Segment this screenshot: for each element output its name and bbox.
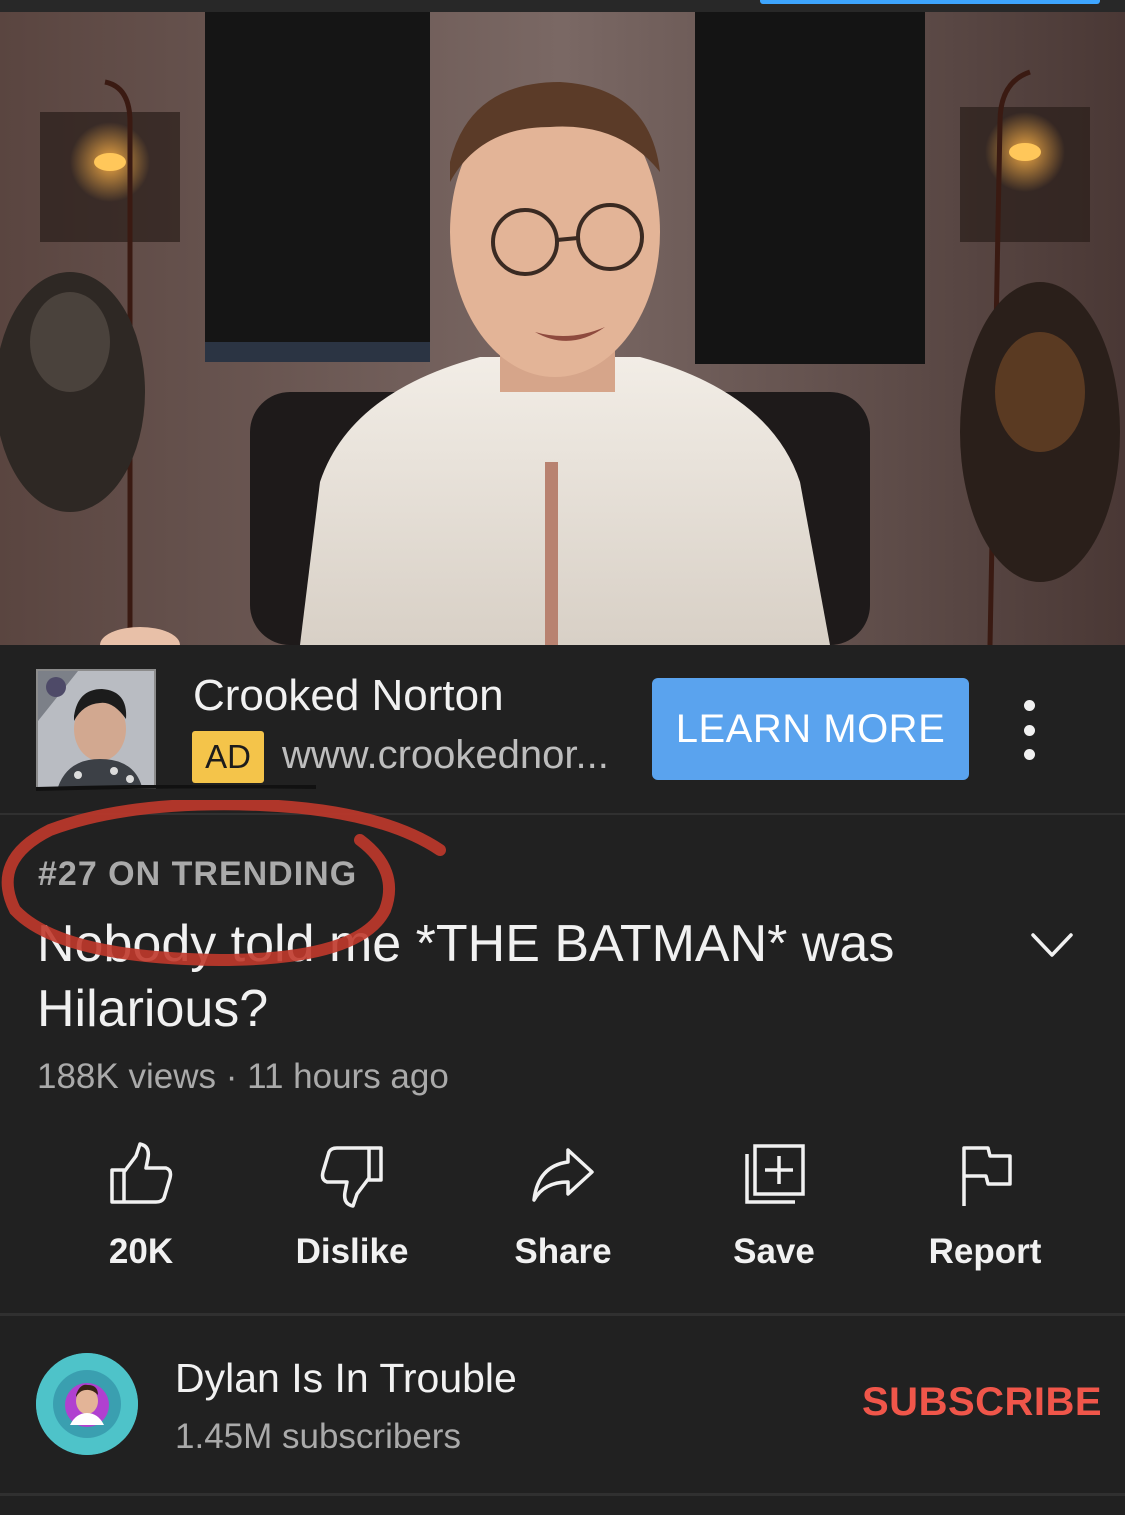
thumbs-up-icon <box>110 1142 173 1204</box>
thumbs-down-icon <box>320 1146 383 1208</box>
trending-label[interactable]: #27 ON TRENDING <box>38 855 357 894</box>
report-button[interactable]: Report <box>880 1140 1090 1300</box>
subscribe-button[interactable]: SUBSCRIBE <box>862 1380 1102 1425</box>
section-divider <box>0 1313 1125 1316</box>
like-count: 20K <box>108 1232 174 1271</box>
video-frame-image <box>0 12 1125 645</box>
video-title[interactable]: Nobody told me *THE BATMAN* was Hilariou… <box>37 912 997 1042</box>
action-bar: 20K Dislike Share Save Report <box>36 1140 1090 1300</box>
dislike-label: Dislike <box>295 1232 409 1271</box>
add-to-playlist-icon <box>745 1144 805 1204</box>
learn-more-button[interactable]: LEARN MORE <box>652 678 969 780</box>
advertiser-logo-image <box>38 671 154 787</box>
more-options-icon[interactable] <box>1010 700 1048 760</box>
channel-avatar-image <box>36 1353 138 1455</box>
advertiser-name[interactable]: Crooked Norton <box>193 671 504 721</box>
share-button[interactable]: Share <box>458 1140 668 1300</box>
share-label: Share <box>514 1232 612 1271</box>
advertiser-thumbnail[interactable] <box>36 669 156 789</box>
ad-badge: AD <box>192 731 264 783</box>
status-strip <box>0 0 1125 12</box>
video-player[interactable] <box>0 12 1125 645</box>
dislike-button[interactable]: Dislike <box>247 1140 457 1300</box>
report-label: Report <box>928 1232 1042 1271</box>
annotation-underline <box>36 785 316 791</box>
like-button[interactable]: 20K <box>36 1140 246 1300</box>
top-progress-bar <box>760 0 1100 4</box>
video-meta: 188K views · 11 hours ago <box>37 1057 449 1096</box>
flag-icon <box>962 1146 1012 1206</box>
section-divider-bottom <box>0 1493 1125 1496</box>
ad-url[interactable]: www.crookednor... <box>282 733 627 778</box>
subscriber-count: 1.45M subscribers <box>175 1417 461 1456</box>
chevron-down-icon[interactable] <box>1030 930 1074 960</box>
channel-name[interactable]: Dylan Is In Trouble <box>175 1355 517 1402</box>
save-button[interactable]: Save <box>669 1140 879 1300</box>
save-label: Save <box>733 1232 815 1271</box>
channel-avatar[interactable] <box>36 1353 138 1455</box>
share-arrow-icon <box>532 1148 594 1202</box>
